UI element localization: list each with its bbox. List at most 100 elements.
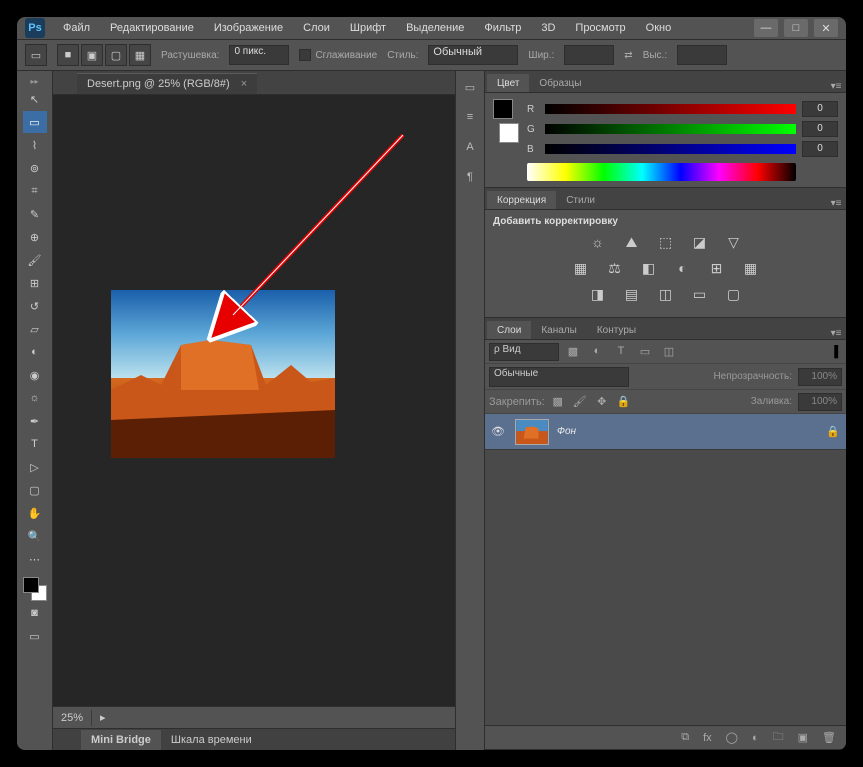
g-slider[interactable]	[545, 124, 796, 134]
layer-style-icon[interactable]: fx	[703, 732, 712, 744]
new-layer-icon[interactable]: ▣	[798, 731, 808, 744]
subtract-selection-icon[interactable]: ▢	[105, 44, 127, 66]
paragraph-panel-icon[interactable]: ¶	[460, 167, 480, 187]
screen-mode-icon[interactable]: ▭	[23, 625, 47, 647]
color-swatch[interactable]	[23, 577, 47, 601]
bw-icon[interactable]: ◧	[638, 259, 660, 277]
shape-tool[interactable]: ▢	[23, 479, 47, 501]
levels-icon[interactable]: ⛰	[621, 233, 643, 251]
dodge-tool[interactable]: ☼	[23, 387, 47, 409]
layer-thumbnail[interactable]	[515, 419, 549, 445]
path-select-tool[interactable]: ▷	[23, 456, 47, 478]
add-selection-icon[interactable]: ▣	[81, 44, 103, 66]
r-slider[interactable]	[545, 104, 796, 114]
tab-color[interactable]: Цвет	[487, 74, 529, 92]
move-tool[interactable]: ↖	[23, 88, 47, 110]
tab-swatches[interactable]: Образцы	[529, 74, 591, 92]
minimize-button[interactable]: —	[754, 19, 778, 37]
filter-smartobj-icon[interactable]: ◫	[661, 345, 677, 358]
invert-icon[interactable]: ◨	[587, 285, 609, 303]
toolbox-expand-icon[interactable]: ▸▸	[21, 77, 49, 87]
quick-select-tool[interactable]: ⊚	[23, 157, 47, 179]
tab-mini-bridge[interactable]: Mini Bridge	[81, 730, 161, 750]
tool-preset-icon[interactable]: ▭	[25, 44, 47, 66]
r-value[interactable]: 0	[802, 101, 838, 117]
pen-tool[interactable]: ✒	[23, 410, 47, 432]
zoom-tool[interactable]: 🔍	[23, 525, 47, 547]
style-select[interactable]: Обычный	[428, 45, 518, 65]
close-button[interactable]: ✕	[814, 19, 838, 37]
blur-tool[interactable]: ◉	[23, 364, 47, 386]
gradient-map-icon[interactable]: ▭	[689, 285, 711, 303]
filter-adjustment-icon[interactable]: ◐	[589, 345, 605, 358]
fill-value[interactable]: 100%	[798, 393, 842, 411]
lock-pixels-icon[interactable]: 🖌	[573, 395, 587, 408]
filter-shape-icon[interactable]: ▭	[637, 345, 653, 358]
gradient-tool[interactable]: ◐	[23, 341, 47, 363]
layer-filter-select[interactable]: ρ Вид	[489, 343, 559, 361]
maximize-button[interactable]: □	[784, 19, 808, 37]
hue-icon[interactable]: ▦	[570, 259, 592, 277]
threshold-icon[interactable]: ◫	[655, 285, 677, 303]
tab-layers[interactable]: Слои	[487, 321, 531, 339]
tab-channels[interactable]: Каналы	[531, 321, 587, 339]
feather-input[interactable]: 0 пикс.	[229, 45, 289, 65]
opacity-value[interactable]: 100%	[798, 368, 842, 386]
filter-toggle-icon[interactable]: ▌	[834, 346, 842, 358]
g-value[interactable]: 0	[802, 121, 838, 137]
tab-adjustments[interactable]: Коррекция	[487, 191, 556, 209]
menu-image[interactable]: Изображение	[206, 19, 291, 37]
lock-all-icon[interactable]: 🔒	[617, 395, 631, 408]
menu-file[interactable]: Файл	[55, 19, 98, 37]
color-lookup-icon[interactable]: ▦	[740, 259, 762, 277]
color-panel-menu-icon[interactable]: ▾≡	[826, 81, 846, 92]
b-value[interactable]: 0	[802, 141, 838, 157]
filter-pixel-icon[interactable]: ▩	[565, 345, 581, 358]
swap-icon[interactable]: ⇄	[624, 50, 632, 61]
brightness-icon[interactable]: ☼	[587, 233, 609, 251]
foreground-color[interactable]	[23, 577, 39, 593]
character-panel-icon[interactable]: A	[460, 137, 480, 157]
new-selection-icon[interactable]: ■	[57, 44, 79, 66]
lock-position-icon[interactable]: ✥	[595, 395, 609, 408]
tab-styles[interactable]: Стили	[556, 191, 605, 209]
document-close-icon[interactable]: ×	[241, 78, 247, 90]
antialias-checkbox[interactable]: Сглаживание	[299, 49, 377, 61]
menu-type[interactable]: Шрифт	[342, 19, 394, 37]
color-spectrum[interactable]	[527, 163, 796, 181]
lock-transparency-icon[interactable]: ▩	[551, 395, 565, 408]
status-info-icon[interactable]: ▸	[100, 711, 106, 724]
eraser-tool[interactable]: ▱	[23, 318, 47, 340]
menu-edit[interactable]: Редактирование	[102, 19, 202, 37]
menu-3d[interactable]: 3D	[533, 19, 563, 37]
curves-icon[interactable]: ⬚	[655, 233, 677, 251]
stamp-tool[interactable]: ⊞	[23, 272, 47, 294]
posterize-icon[interactable]: ▤	[621, 285, 643, 303]
edit-toolbar-icon[interactable]: ⋯	[23, 548, 47, 570]
b-slider[interactable]	[545, 144, 796, 154]
panel-color-swatch[interactable]	[493, 99, 519, 143]
hand-tool[interactable]: ✋	[23, 502, 47, 524]
layers-panel-menu-icon[interactable]: ▾≡	[826, 328, 846, 339]
eyedropper-tool[interactable]: ✎	[23, 203, 47, 225]
marquee-tool[interactable]: ▭	[23, 111, 47, 133]
quick-mask-icon[interactable]: ◙	[23, 602, 47, 624]
blend-mode-select[interactable]: Обычные	[489, 367, 629, 387]
exposure-icon[interactable]: ◪	[689, 233, 711, 251]
vibrance-icon[interactable]: ▽	[723, 233, 745, 251]
layer-item[interactable]: 👁 Фон 🔒	[485, 414, 846, 450]
adjustment-layer-icon[interactable]: ◐	[752, 732, 759, 744]
photo-filter-icon[interactable]: ◐	[672, 259, 694, 277]
canvas[interactable]	[53, 95, 455, 706]
history-brush-tool[interactable]: ↺	[23, 295, 47, 317]
healing-tool[interactable]: ⊕	[23, 226, 47, 248]
menu-select[interactable]: Выделение	[398, 19, 472, 37]
menu-window[interactable]: Окно	[638, 19, 680, 37]
menu-filter[interactable]: Фильтр	[476, 19, 529, 37]
tab-timeline[interactable]: Шкала времени	[161, 730, 262, 750]
selective-color-icon[interactable]: ▢	[723, 285, 745, 303]
type-tool[interactable]: T	[23, 433, 47, 455]
link-layers-icon[interactable]: ⧉	[681, 731, 689, 744]
delete-layer-icon[interactable]: 🗑	[822, 731, 836, 744]
crop-tool[interactable]: ⌗	[23, 180, 47, 202]
